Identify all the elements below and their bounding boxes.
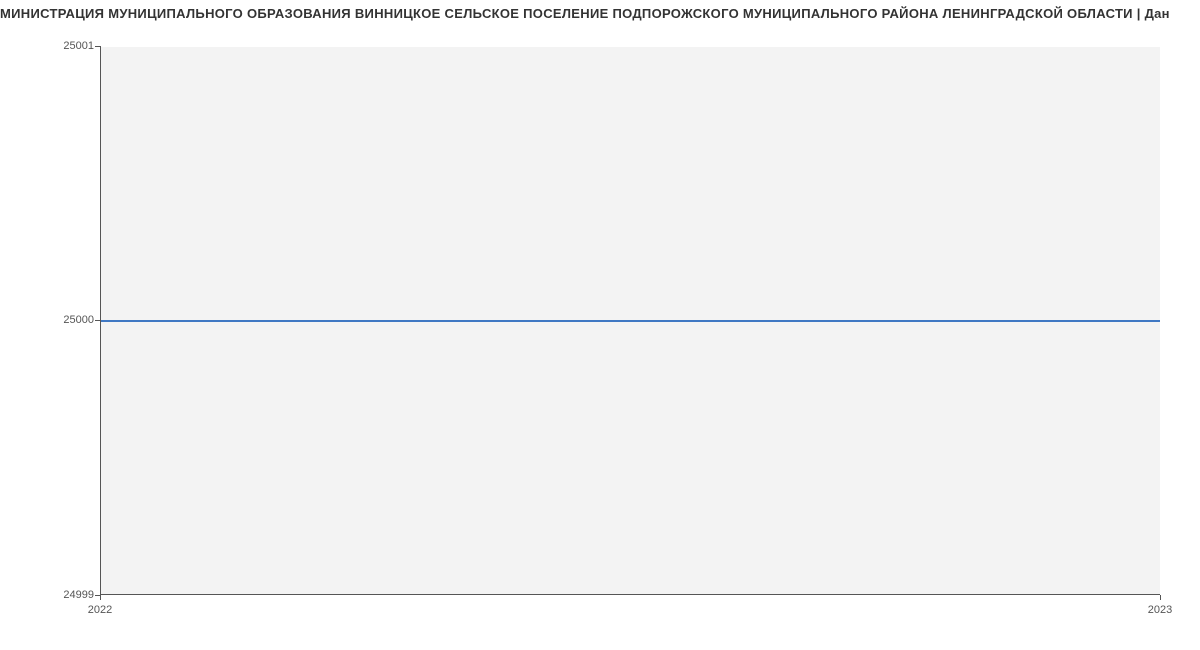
chart-container: МИНИСТРАЦИЯ МУНИЦИПАЛЬНОГО ОБРАЗОВАНИЯ В… (0, 0, 1200, 650)
gridline-top (101, 46, 1160, 47)
y-tick-label: 25000 (63, 314, 94, 326)
y-tick-label: 25001 (63, 40, 94, 52)
y-tick-mark (95, 320, 100, 321)
plot-area (100, 46, 1160, 595)
x-tick-mark (1160, 595, 1161, 600)
x-tick-label: 2022 (88, 604, 112, 616)
chart-title: МИНИСТРАЦИЯ МУНИЦИПАЛЬНОГО ОБРАЗОВАНИЯ В… (0, 6, 1200, 21)
y-tick-mark (95, 46, 100, 47)
x-tick-label: 2023 (1148, 604, 1172, 616)
x-tick-mark (100, 595, 101, 600)
data-line-series1 (101, 320, 1160, 322)
y-tick-label: 24999 (63, 589, 94, 601)
